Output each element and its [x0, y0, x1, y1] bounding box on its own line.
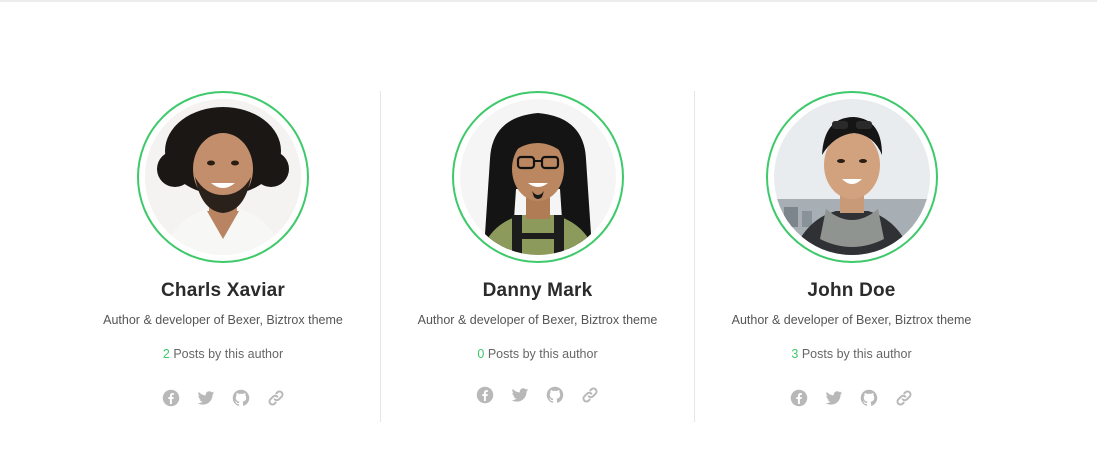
avatar-ring[interactable] — [451, 91, 624, 263]
avatar[interactable] — [773, 99, 930, 255]
facebook-icon[interactable] — [476, 386, 494, 404]
author-posts: 0 Posts by this author — [381, 347, 694, 361]
top-divider — [0, 0, 1097, 2]
posts-label: Posts by this author — [173, 347, 284, 361]
author-name[interactable]: John Doe — [695, 280, 1008, 302]
link-icon[interactable] — [267, 389, 285, 407]
github-icon[interactable] — [860, 389, 878, 407]
social-links — [66, 389, 380, 407]
github-icon[interactable] — [232, 389, 250, 407]
author-name[interactable]: Danny Mark — [381, 280, 694, 302]
posts-label: Posts by this author — [487, 347, 598, 361]
link-icon[interactable] — [895, 389, 913, 407]
author-card: John Doe Author & developer of Bexer, Bi… — [694, 91, 1008, 422]
link-icon[interactable] — [581, 386, 599, 404]
author-bio: Author & developer of Bexer, Biztrox the… — [731, 313, 972, 327]
author-list: Charls Xaviar Author & developer of Bexe… — [66, 91, 1009, 422]
post-count: 0 — [477, 347, 485, 361]
author-bio: Author & developer of Bexer, Biztrox the… — [417, 313, 658, 327]
facebook-icon[interactable] — [162, 389, 180, 407]
author-card: Charls Xaviar Author & developer of Bexe… — [66, 91, 380, 422]
facebook-icon[interactable] — [790, 389, 808, 407]
avatar-ring[interactable] — [137, 91, 309, 263]
avatar[interactable] — [145, 99, 301, 255]
github-icon[interactable] — [546, 386, 564, 404]
author-posts: 2 Posts by this author — [66, 347, 380, 361]
posts-label: Posts by this author — [801, 347, 912, 361]
twitter-icon[interactable] — [825, 389, 843, 407]
social-links — [695, 389, 1008, 407]
author-posts: 3 Posts by this author — [695, 347, 1008, 361]
post-count: 3 — [791, 347, 799, 361]
avatar-ring[interactable] — [765, 91, 938, 263]
author-card: Danny Mark Author & developer of Bexer, … — [380, 91, 694, 422]
social-links — [381, 386, 694, 404]
author-name[interactable]: Charls Xaviar — [66, 280, 380, 302]
twitter-icon[interactable] — [511, 386, 529, 404]
post-count: 2 — [162, 347, 170, 361]
twitter-icon[interactable] — [197, 389, 215, 407]
avatar[interactable] — [459, 99, 616, 255]
author-bio: Author & developer of Bexer, Biztrox the… — [103, 313, 343, 327]
